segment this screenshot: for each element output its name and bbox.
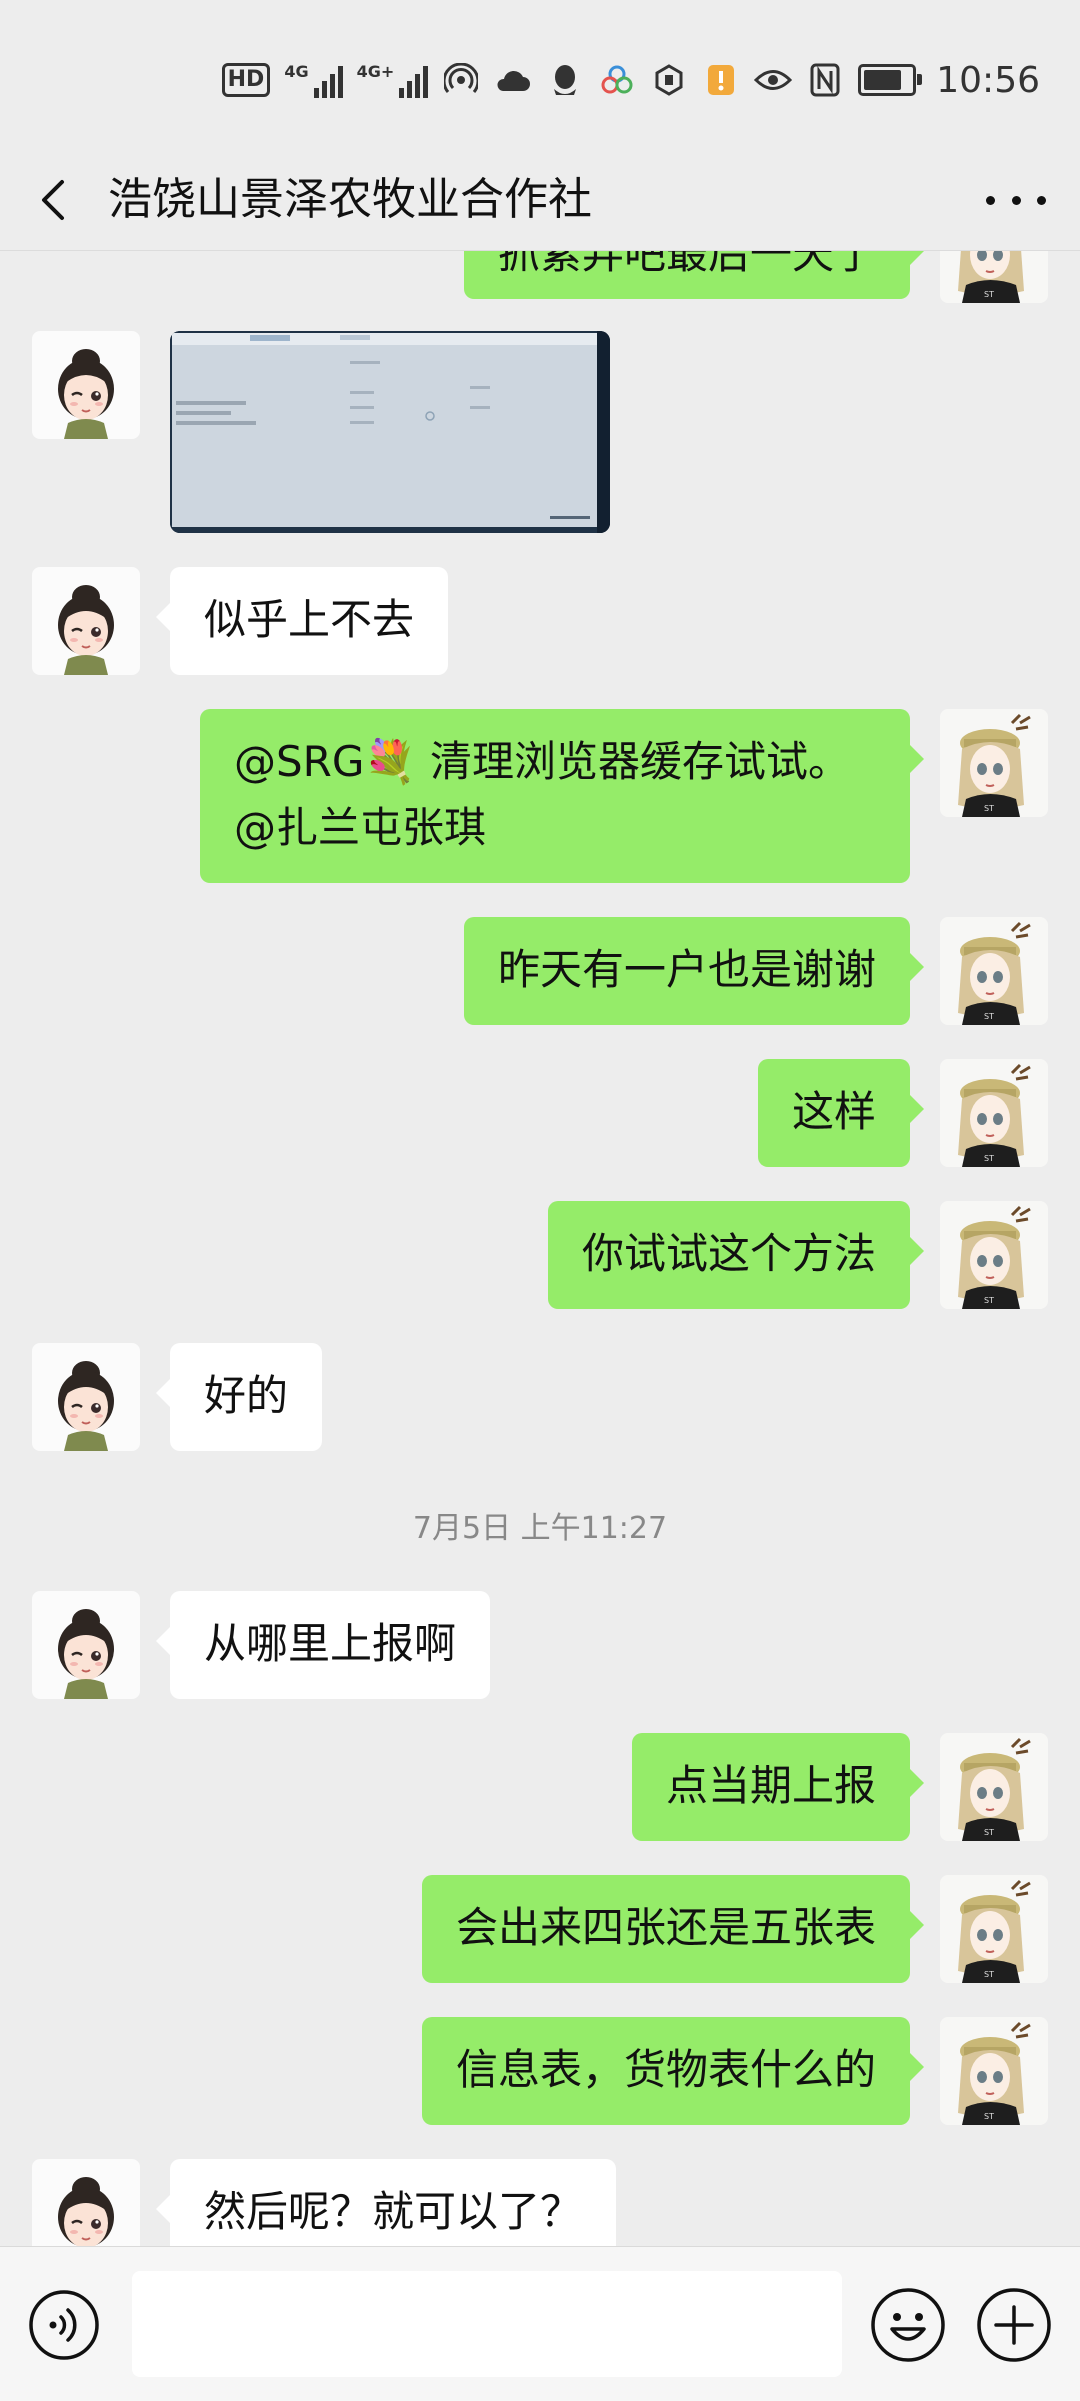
message-bubble[interactable]: 信息表，货物表什么的 — [421, 2017, 925, 2125]
message-bubble[interactable]: 似乎上不去 — [155, 567, 449, 675]
status-bar: HD 4G 4G+ 10:56 — [0, 0, 1080, 150]
contact-avatar[interactable] — [32, 331, 140, 439]
plus-button[interactable] — [976, 2287, 1052, 2363]
hotspot-icon — [442, 61, 480, 99]
message-bubble[interactable]: 点当期上报 — [631, 1733, 925, 1841]
my-avatar[interactable] — [940, 1875, 1048, 1983]
message-bubble[interactable]: 抓紧弄吧最后一天了 — [463, 251, 925, 299]
message-bubble[interactable]: 好的 — [155, 1343, 323, 1451]
plus-icon — [977, 2288, 1051, 2362]
my-avatar[interactable] — [940, 1059, 1048, 1167]
message-bubble[interactable]: 这样 — [757, 1059, 925, 1167]
contact-avatar[interactable] — [32, 1343, 140, 1451]
signal-sim1-icon: 4G — [284, 62, 343, 98]
eye-icon — [754, 61, 793, 99]
emoji-icon — [871, 2288, 945, 2362]
contact-avatar[interactable] — [32, 1591, 140, 1699]
app-icon — [598, 61, 636, 99]
message-line: @扎兰屯张琪 — [234, 803, 487, 852]
message-bubble[interactable]: 昨天有一户也是谢谢 — [463, 917, 925, 1025]
hd-badge: HD — [221, 63, 271, 97]
status-icons: HD 4G 4G+ 10:56 — [221, 52, 1040, 108]
message-bubble[interactable]: 你试试这个方法 — [547, 1201, 925, 1309]
battery-icon — [858, 64, 923, 96]
my-avatar[interactable] — [940, 251, 1048, 303]
cloud-icon — [494, 61, 532, 99]
hexagon-icon — [650, 61, 688, 99]
voice-button[interactable] — [28, 2289, 100, 2361]
chat-area[interactable]: 抓紧弄吧最后一天了 似乎上不去 @SRG💐 清理浏览器缓存试试。 @扎兰屯张琪 … — [0, 251, 1080, 2246]
message-bubble[interactable]: 从哪里上报啊 — [155, 1591, 491, 1699]
contact-avatar[interactable] — [32, 2159, 140, 2246]
voice-icon — [29, 2290, 99, 2360]
signal-sim2-icon: 4G+ — [357, 62, 429, 98]
message-bubble[interactable]: 会出来四张还是五张表 — [421, 1875, 925, 1983]
my-avatar[interactable] — [940, 1733, 1048, 1841]
contact-avatar[interactable] — [32, 567, 140, 675]
nfc-icon — [806, 61, 844, 99]
status-time: 10:56 — [936, 59, 1040, 101]
more-dots-icon — [986, 195, 995, 205]
more-button[interactable] — [986, 178, 1046, 222]
back-button[interactable] — [30, 174, 82, 226]
message-input[interactable] — [132, 2271, 842, 2377]
my-avatar[interactable] — [940, 917, 1048, 1025]
chevron-left-icon — [42, 180, 64, 220]
emoji-button[interactable] — [870, 2287, 946, 2363]
chat-header: 浩饶山景泽农牧业合作社 — [0, 150, 1080, 251]
image-message[interactable] — [170, 331, 610, 533]
message-line: @SRG💐 清理浏览器缓存试试。 — [234, 737, 851, 786]
qq-icon — [546, 61, 584, 99]
timestamp: 7月5日 上午11:27 — [412, 1511, 668, 1546]
input-bar — [0, 2246, 1080, 2401]
message-bubble[interactable]: @SRG💐 清理浏览器缓存试试。 @扎兰屯张琪 — [200, 709, 924, 883]
notification-icon — [702, 61, 740, 99]
chat-title: 浩饶山景泽农牧业合作社 — [108, 174, 592, 225]
my-avatar[interactable] — [940, 709, 1048, 817]
message-bubble[interactable]: 然后呢？就可以了？ — [155, 2159, 617, 2246]
my-avatar[interactable] — [940, 1201, 1048, 1309]
my-avatar[interactable] — [940, 2017, 1048, 2125]
